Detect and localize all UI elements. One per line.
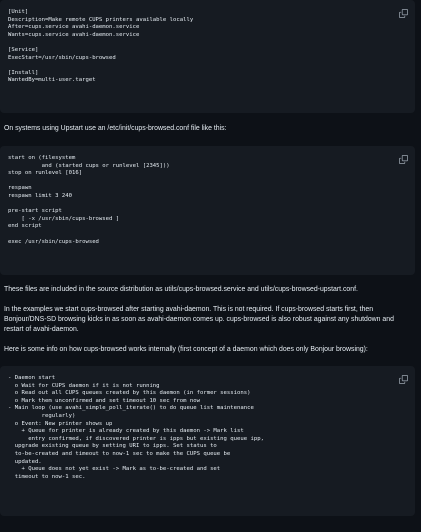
code-text: - Daemon start o Wait for CUPS daemon if… <box>8 375 264 480</box>
readme-content: [Unit] Description=Make remote CUPS prin… <box>0 0 421 516</box>
code-block-upstart-conf: start on (filesystem and (started cups o… <box>0 146 415 275</box>
copy-icon[interactable] <box>399 375 408 384</box>
paragraph-internals: Here is some info on how cups-browsed wo… <box>4 346 368 353</box>
code-text: [Unit] Description=Make remote CUPS prin… <box>8 9 194 84</box>
paragraph-examples: In the examples we start cups-browsed af… <box>4 306 394 333</box>
paragraph-upstart: On systems using Upstart use an /etc/ini… <box>4 125 227 132</box>
paragraph-files: These files are included in the source d… <box>4 286 358 293</box>
copy-icon[interactable] <box>399 9 408 18</box>
code-block-internals: - Daemon start o Wait for CUPS daemon if… <box>0 366 415 516</box>
code-text: start on (filesystem and (started cups o… <box>8 155 170 245</box>
copy-icon[interactable] <box>399 155 408 164</box>
code-block-systemd-unit: [Unit] Description=Make remote CUPS prin… <box>0 0 415 113</box>
